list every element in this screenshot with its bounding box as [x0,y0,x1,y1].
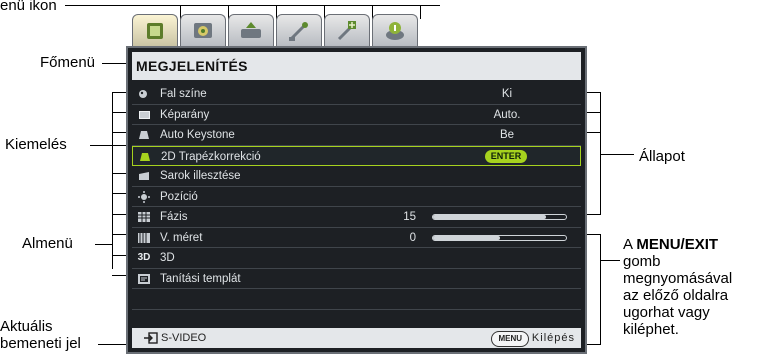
system-setup-advanced-tab-icon [337,20,356,40]
input-signal-annotation-line2: bemeneti jel [0,335,81,352]
menu-row-phase[interactable]: Fázis 15 [132,207,581,228]
menu-row-value: Ki [501,88,513,100]
exit-note-annotation: A MENU/EXIT [623,236,719,253]
teaching-template-icon [138,273,150,285]
wall-color-icon [138,88,150,100]
aspect-ratio-icon [138,109,150,121]
osd-menu-panel: MEGJELENÍTÉS Fal színe Ki Képarány Auto.… [126,46,587,354]
system-setup-basic-tab-icon [289,21,308,41]
menu-row-label: V. méret [160,231,203,244]
input-source-icon [144,332,158,344]
menu-row-empty [132,289,581,310]
exit-note-line: kiléphet. [623,321,679,338]
enter-button[interactable]: ENTER [485,149,527,163]
tab-display[interactable] [132,14,178,47]
menu-row-label: Képarány [160,108,210,121]
main-menu-annotation: Főmenü [40,54,96,71]
menu-row-label: Sarok illesztése [160,170,241,182]
picture-tab-icon [194,22,212,38]
menu-row-h-size[interactable]: V. méret 0 [132,228,581,248]
h-size-icon [138,232,150,244]
leader-line [65,5,440,6]
tab-system-setup-basic[interactable] [276,14,322,46]
menu-row-corner-fit[interactable]: Sarok illesztése [132,166,581,187]
exit-note-line: az előző oldalra [623,287,729,304]
auto-keystone-icon [138,129,150,141]
osd-footer: S-VIDEO MENU Kilépés [132,328,581,348]
menu-row-label: Auto Keystone [160,129,235,141]
menu-row-label: Tanítási templát [160,272,241,285]
menu-row-number: 0 [409,231,416,244]
tab-source[interactable] [228,14,274,46]
3d-icon: 3D [137,251,151,263]
leader-line [600,154,634,155]
exit-note-line: gomb [623,253,661,270]
display-tab-icon [147,23,163,39]
menu-row-3d[interactable]: 3D 3D [132,248,581,269]
menu-title: MEGJELENÍTÉS [132,52,581,80]
menu-rows: Fal színe Ki Képarány Auto. Auto Keyston… [132,84,581,330]
leader-line [95,244,112,245]
leader-line [600,260,620,261]
menu-row-wall-color[interactable]: Fal színe Ki [132,84,581,105]
menu-row-teaching-template[interactable]: Tanítási templát [132,269,581,289]
information-tab-icon [386,21,404,40]
leader-line [600,234,601,345]
phase-slider[interactable] [432,214,567,220]
leader-line [112,92,113,269]
menu-row-aspect-ratio[interactable]: Képarány Auto. [132,105,581,125]
submenu-annotation: Almenü [22,235,73,252]
menu-tabs [128,14,450,47]
exit-note-line: ugorhat vagy [623,304,710,321]
current-source: S-VIDEO [144,328,206,348]
menu-row-2d-keystone[interactable]: 2D Trapézkorrekció ENTER [132,145,581,166]
position-icon [138,190,150,203]
status-annotation: Állapot [639,148,685,165]
menu-row-number: 15 [403,211,416,223]
input-signal-annotation-line1: Aktuális [0,318,53,335]
slider-fill [433,215,547,219]
current-source-label: S-VIDEO [161,332,207,344]
source-tab-icon [241,21,261,38]
phase-icon [138,211,150,223]
menu-row-label: 3D [160,252,175,264]
h-size-slider[interactable] [432,234,567,241]
tab-picture[interactable] [180,14,226,46]
menu-row-label: Pozíció [160,190,198,203]
tab-system-setup-advanced[interactable] [324,14,370,46]
menu-row-label: Fázis [160,211,188,223]
exit-note-line: megnyomásával [623,270,733,287]
slider-fill [433,235,500,240]
menu-row-position[interactable]: Pozíció [132,187,581,207]
corner-fit-icon [138,170,150,182]
menu-row-label: 2D Trapézkorrekció [161,150,261,163]
highlight-annotation: Kiemelés [5,136,67,153]
menu-row-empty [132,310,581,330]
exit-label[interactable]: Kilépés [532,328,575,348]
menu-key-button[interactable]: MENU [491,331,529,347]
menu-row-value: Be [499,129,515,141]
menu-row-label: Fal színe [160,88,207,100]
tab-information[interactable] [372,14,418,46]
keystone-2d-icon [139,151,151,163]
menu-row-auto-keystone[interactable]: Auto Keystone Be [132,125,581,146]
menu-icon-annotation: enü ikon [0,0,57,14]
menu-row-value: Auto. [493,108,521,121]
